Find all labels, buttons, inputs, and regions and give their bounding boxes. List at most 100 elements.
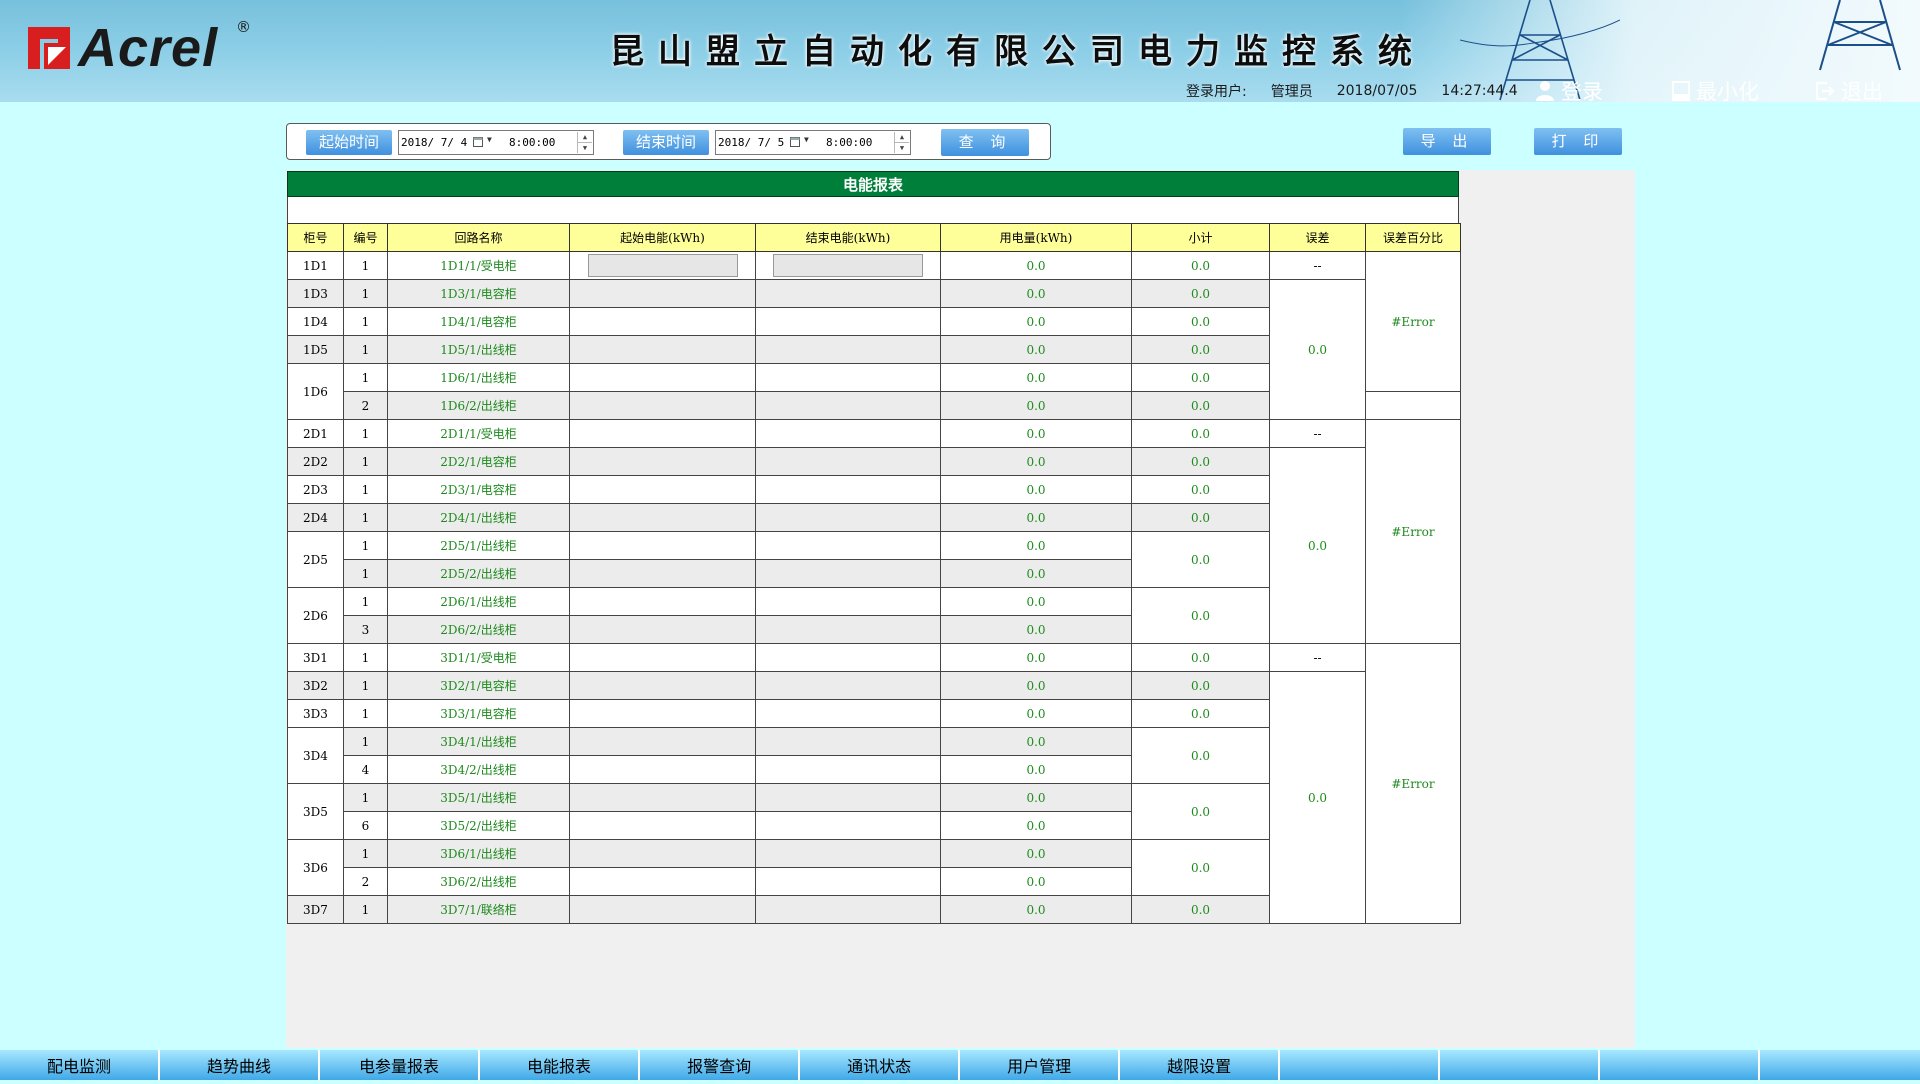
number-cell: 1: [343, 783, 388, 812]
end-energy-cell: [755, 699, 941, 728]
calendar-icon[interactable]: [790, 136, 802, 148]
nav-item-parameter-report[interactable]: 电参量报表: [320, 1050, 481, 1080]
app-header: Acrel ® 昆山盟立自动化有限公司电力监控系统 登录用户: 管理员 2018…: [0, 0, 1920, 102]
minimize-button[interactable]: 最小化: [1672, 76, 1759, 102]
subtotal-cell: 0.0: [1131, 335, 1270, 364]
usage-cell: 0.0: [940, 503, 1132, 532]
cabinet-cell: 3D3: [287, 699, 344, 728]
nav-item-trend-curve[interactable]: 趋势曲线: [160, 1050, 321, 1080]
circuit-name-cell: 3D3/1/电容柜: [387, 699, 570, 728]
circuit-name-cell: 2D6/2/出线柜: [387, 615, 570, 644]
usage-cell: 0.0: [940, 895, 1132, 924]
nav-item-comm-status[interactable]: 通讯状态: [800, 1050, 961, 1080]
start-time-spin-icon[interactable]: ▲ ▼: [577, 132, 592, 153]
start-energy-cell: [569, 251, 756, 280]
number-cell: 1: [343, 727, 388, 756]
nav-item-limit-settings[interactable]: 越限设置: [1120, 1050, 1281, 1080]
number-cell: 1: [343, 307, 388, 336]
cabinet-cell: 3D5: [287, 783, 344, 840]
end-energy-input[interactable]: [773, 254, 923, 277]
column-header-start-energy: 起始电能(kWh): [569, 223, 756, 252]
circuit-name-cell: 2D3/1/电容柜: [387, 475, 570, 504]
number-cell: 1: [343, 363, 388, 392]
end-date-value[interactable]: 2018/ 7/ 5: [718, 136, 784, 149]
subtotal-cell: 0.0: [1131, 699, 1270, 728]
usage-cell: 0.0: [940, 643, 1132, 672]
circuit-name-cell: 2D5/1/出线柜: [387, 531, 570, 560]
subtotal-cell: 0.0: [1131, 419, 1270, 448]
nav-item-empty[interactable]: [1440, 1050, 1601, 1080]
subtotal-cell: 0.0: [1131, 839, 1270, 896]
number-cell: 1: [343, 587, 388, 616]
nav-item-alarm-query[interactable]: 报警查询: [640, 1050, 801, 1080]
column-header-usage: 用电量(kWh): [940, 223, 1132, 252]
bottom-nav: 配电监测 趋势曲线 电参量报表 电能报表 报警查询 通讯状态 用户管理 越限设置: [0, 1050, 1920, 1080]
column-header-cabinet: 柜号: [287, 223, 344, 252]
circuit-name-cell: 2D4/1/出线柜: [387, 503, 570, 532]
nav-item-distribution-monitor[interactable]: 配电监测: [0, 1050, 161, 1080]
nav-item-empty[interactable]: [1600, 1050, 1761, 1080]
end-datetime-picker[interactable]: 2018/ 7/ 5 ▼ 8:00:00 ▲ ▼: [715, 130, 911, 155]
chevron-down-icon[interactable]: ▼: [804, 135, 809, 144]
exit-button[interactable]: 退出: [1815, 76, 1883, 102]
print-button[interactable]: 打 印: [1534, 128, 1622, 155]
cabinet-cell: 2D6: [287, 587, 344, 644]
cabinet-cell: 2D5: [287, 531, 344, 588]
column-header-error-percent: 误差百分比: [1365, 223, 1461, 252]
export-button[interactable]: 导 出: [1403, 128, 1491, 155]
end-energy-cell: [755, 867, 941, 896]
column-header-circuit-name: 回路名称: [387, 223, 570, 252]
start-energy-cell: [569, 727, 756, 756]
start-energy-input[interactable]: [587, 254, 738, 277]
current-time: 14:27:44.4: [1441, 83, 1518, 99]
usage-cell: 0.0: [940, 559, 1132, 588]
circuit-name-cell: 2D6/1/出线柜: [387, 587, 570, 616]
circuit-name-cell: 1D5/1/出线柜: [387, 335, 570, 364]
cabinet-cell: 3D2: [287, 671, 344, 700]
start-time-label: 起始时间: [306, 130, 392, 155]
current-date: 2018/07/05: [1336, 83, 1418, 99]
nav-item-empty[interactable]: [1760, 1050, 1920, 1080]
subtotal-cell: 0.0: [1131, 783, 1270, 840]
circuit-name-cell: 1D6/1/出线柜: [387, 363, 570, 392]
exit-label: 退出: [1841, 80, 1883, 102]
start-energy-cell: [569, 559, 756, 588]
usage-cell: 0.0: [940, 307, 1132, 336]
end-energy-cell: [755, 839, 941, 868]
nav-item-empty[interactable]: [1280, 1050, 1441, 1080]
circuit-name-cell: 3D5/1/出线柜: [387, 783, 570, 812]
error-cell: --: [1269, 419, 1366, 448]
number-cell: 2: [343, 391, 388, 420]
start-datetime-picker[interactable]: 2018/ 7/ 4 ▼ 8:00:00 ▲ ▼: [398, 130, 594, 155]
end-energy-cell: [755, 531, 941, 560]
nav-item-user-management[interactable]: 用户管理: [960, 1050, 1121, 1080]
usage-cell: 0.0: [940, 363, 1132, 392]
start-energy-cell: [569, 615, 756, 644]
chevron-down-icon[interactable]: ▼: [487, 135, 492, 144]
system-title: 昆山盟立自动化有限公司电力监控系统: [610, 32, 1426, 72]
circuit-name-cell: 3D2/1/电容柜: [387, 671, 570, 700]
end-time-label: 结束时间: [623, 130, 709, 155]
calendar-icon[interactable]: [473, 136, 485, 148]
end-energy-cell: [755, 335, 941, 364]
number-cell: 1: [343, 503, 388, 532]
logo-text: Acrel: [78, 18, 219, 78]
query-button[interactable]: 查 询: [941, 129, 1029, 156]
start-date-value[interactable]: 2018/ 7/ 4: [401, 136, 467, 149]
error-cell: --: [1269, 251, 1366, 280]
usage-cell: 0.0: [940, 475, 1132, 504]
start-time-value[interactable]: 8:00:00: [509, 136, 555, 149]
number-cell: 1: [343, 335, 388, 364]
start-energy-cell: [569, 391, 756, 420]
usage-cell: 0.0: [940, 391, 1132, 420]
login-button[interactable]: 登录: [1535, 76, 1603, 102]
cabinet-cell: 1D5: [287, 335, 344, 364]
end-energy-cell: [755, 559, 941, 588]
nav-item-energy-report[interactable]: 电能报表: [480, 1050, 641, 1080]
table-row: 2D2 1 2D2/1/电容柜 0.0 0.0 0.0: [287, 447, 1461, 644]
end-time-spin-icon[interactable]: ▲ ▼: [894, 132, 909, 153]
cabinet-cell: 3D6: [287, 839, 344, 896]
usage-cell: 0.0: [940, 755, 1132, 784]
usage-cell: 0.0: [940, 531, 1132, 560]
end-time-value[interactable]: 8:00:00: [826, 136, 872, 149]
